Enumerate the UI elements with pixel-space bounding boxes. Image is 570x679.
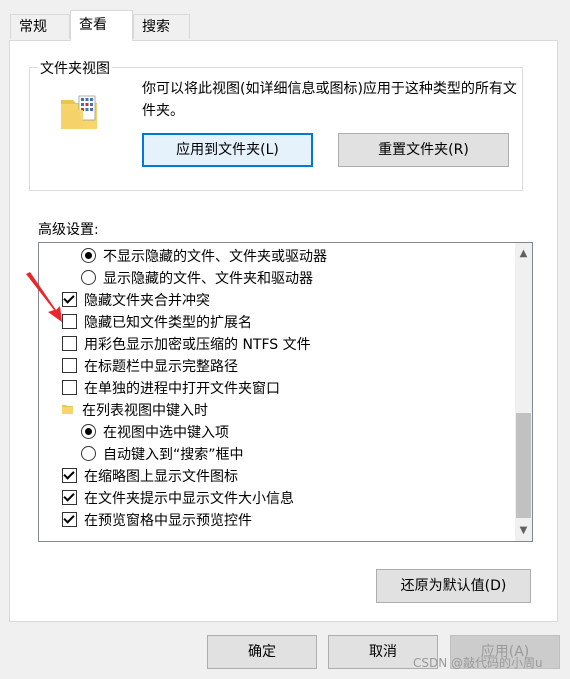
apply-to-folders-button[interactable]: 应用到文件夹(L): [142, 133, 313, 167]
advanced-settings-list[interactable]: 不显示隐藏的文件、文件夹或驱动器 显示隐藏的文件、文件夹和驱动器隐藏文件夹合并冲突…: [38, 242, 533, 542]
setting-row[interactable]: 在视图中选中键入项: [81, 422, 229, 444]
setting-row[interactable]: 在预览窗格中显示预览控件: [62, 510, 252, 532]
ok-button[interactable]: 确定: [207, 635, 317, 669]
checkbox[interactable]: [62, 489, 77, 505]
tab-search[interactable]: 搜索: [133, 14, 190, 39]
tab-general[interactable]: 常规: [10, 14, 70, 39]
checkbox[interactable]: [62, 335, 77, 351]
setting-label: 显示隐藏的文件、文件夹和驱动器: [103, 271, 313, 287]
scroll-thumb[interactable]: [516, 413, 531, 518]
tab-view[interactable]: 查看: [70, 10, 133, 41]
folder-views-description: 你可以将此视图(如详细信息或图标)应用于这种类型的所有文件夹。: [142, 81, 517, 119]
small-folder-icon: [62, 405, 73, 414]
setting-label: 隐藏文件夹合并冲突: [84, 293, 210, 309]
setting-row[interactable]: 自动键入到“搜索”框中: [81, 444, 244, 466]
setting-label: 在列表视图中键入时: [82, 403, 208, 419]
checkbox[interactable]: [62, 357, 77, 373]
checkbox[interactable]: [62, 291, 77, 307]
setting-label: 在文件夹提示中显示文件大小信息: [84, 491, 294, 507]
checkbox[interactable]: [62, 511, 77, 527]
list-scrollbar[interactable]: ▲ ▼: [515, 243, 532, 541]
folder-views-title: 文件夹视图: [38, 58, 112, 78]
restore-defaults-button[interactable]: 还原为默认值(D): [376, 569, 531, 603]
setting-label: 在预览窗格中显示预览控件: [84, 513, 252, 529]
setting-row[interactable]: 在标题栏中显示完整路径: [62, 356, 238, 378]
setting-row: 在列表视图中键入时: [62, 400, 208, 422]
checkbox[interactable]: [62, 379, 77, 395]
setting-row[interactable]: 用彩色显示加密或压缩的 NTFS 文件: [62, 334, 311, 356]
setting-label: 隐藏已知文件类型的扩展名: [84, 315, 252, 331]
reset-folders-button[interactable]: 重置文件夹(R): [338, 133, 509, 167]
radio-button[interactable]: [81, 423, 96, 439]
setting-label: 在标题栏中显示完整路径: [84, 359, 238, 375]
folder-icon: [57, 90, 101, 134]
setting-row[interactable]: 不显示隐藏的文件、文件夹或驱动器: [81, 246, 327, 268]
radio-button[interactable]: [81, 247, 96, 263]
red-arrow-icon: [26, 272, 62, 322]
setting-row[interactable]: 隐藏已知文件类型的扩展名: [62, 312, 252, 334]
setting-row[interactable]: 隐藏文件夹合并冲突: [62, 290, 210, 312]
setting-row[interactable]: 在缩略图上显示文件图标: [62, 466, 238, 488]
setting-row[interactable]: 在文件夹提示中显示文件大小信息: [62, 488, 294, 510]
radio-button[interactable]: [81, 445, 96, 461]
radio-button[interactable]: [81, 269, 96, 285]
scroll-up-icon[interactable]: ▲: [515, 245, 532, 262]
tab-strip: 常规 查看 搜索: [0, 0, 570, 41]
checkbox[interactable]: [62, 467, 77, 483]
setting-label: 自动键入到“搜索”框中: [103, 447, 244, 463]
checkbox[interactable]: [62, 313, 77, 329]
setting-label: 在缩略图上显示文件图标: [84, 469, 238, 485]
setting-label: 用彩色显示加密或压缩的 NTFS 文件: [84, 337, 311, 353]
setting-label: 在视图中选中键入项: [103, 425, 229, 441]
advanced-settings-label: 高级设置:: [38, 222, 99, 238]
scroll-down-icon[interactable]: ▼: [515, 522, 532, 539]
setting-label: 不显示隐藏的文件、文件夹或驱动器: [103, 249, 327, 265]
watermark: CSDN @敲代码的小周u: [413, 656, 543, 670]
setting-row[interactable]: 在单独的进程中打开文件夹窗口: [62, 378, 280, 400]
setting-row[interactable]: 显示隐藏的文件、文件夹和驱动器: [81, 268, 313, 290]
setting-label: 在单独的进程中打开文件夹窗口: [84, 381, 280, 397]
